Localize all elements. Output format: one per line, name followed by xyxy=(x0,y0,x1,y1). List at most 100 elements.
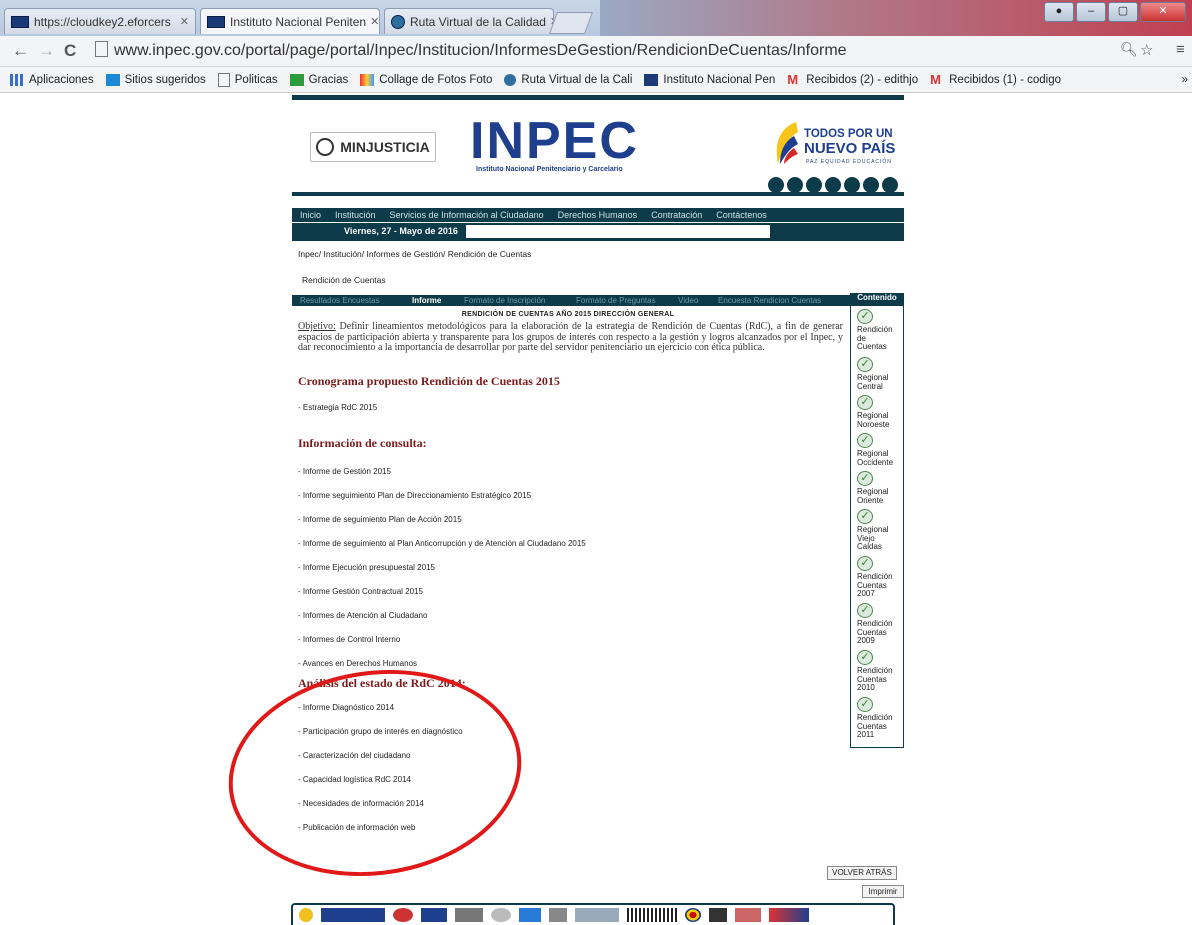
star-icon[interactable]: ☆ xyxy=(1140,41,1153,59)
new-tab-button[interactable] xyxy=(548,12,594,34)
tab-informe[interactable]: Informe xyxy=(412,296,441,305)
sidebar-item-rendicion-2011[interactable]: ✓ Rendición Cuentas 2011 xyxy=(857,697,901,740)
link-derechos-humanos[interactable]: - Avances en Derechos Humanos xyxy=(298,659,844,668)
close-window-button[interactable]: ✕ xyxy=(1140,2,1186,22)
shield-icon[interactable] xyxy=(393,908,413,922)
tab-formato-preguntas[interactable]: Formato de Preguntas xyxy=(576,296,656,305)
user-icon[interactable]: ● xyxy=(1044,2,1074,22)
tab-encuesta[interactable]: Encuesta Rendicion Cuentas xyxy=(718,296,821,305)
cnsc-logo[interactable] xyxy=(455,908,483,922)
seal-icon[interactable] xyxy=(491,908,511,922)
search-input[interactable] xyxy=(466,225,770,238)
zoom-icon[interactable]: 🔍︎ xyxy=(1120,41,1138,58)
nav-servicios[interactable]: Servicios de Información al Ciudadano xyxy=(390,210,544,220)
colombia-seal-icon[interactable] xyxy=(299,908,313,922)
checkmark-icon: ✓ xyxy=(857,650,873,665)
tab-video[interactable]: Video xyxy=(678,296,698,305)
browser-tab-inpec[interactable]: Instituto Nacional Peniten ✕ xyxy=(200,8,380,34)
coat-logo[interactable] xyxy=(735,908,761,922)
sidebar-item-regional-central[interactable]: ✓ Regional Central xyxy=(857,357,901,391)
link-publicacion-web[interactable]: - Publicación de información web xyxy=(298,823,844,832)
barcode-logo[interactable] xyxy=(627,908,677,922)
nav-inicio[interactable]: Inicio xyxy=(300,210,321,220)
inpec-logo[interactable]: INPEC xyxy=(470,115,639,167)
n-logo[interactable] xyxy=(709,908,727,922)
bookmark-inpec[interactable]: Instituto Nacional Pen xyxy=(644,73,775,86)
accessibility-icon[interactable] xyxy=(768,177,784,193)
date-bar: Viernes, 27 - Mayo de 2016 xyxy=(292,222,904,241)
rss-icon[interactable] xyxy=(863,177,879,193)
browser-tab-cloudkey[interactable]: https://cloudkey2.eforcers ✕ xyxy=(4,8,196,34)
email-icon[interactable] xyxy=(787,177,803,193)
bookmark-gmail-1[interactable]: M Recibidos (2) - edithjo xyxy=(787,73,918,86)
flickr-icon[interactable] xyxy=(882,177,898,193)
bookmark-collage[interactable]: Collage de Fotos Foto xyxy=(360,73,492,86)
main-navigation: Inicio Institución Servicios de Informac… xyxy=(292,208,904,222)
sidebar-item-regional-noroeste[interactable]: ✓ Regional Noroeste xyxy=(857,395,901,429)
objective-paragraph: Objetivo: Definir lineamientos metodológ… xyxy=(298,321,843,354)
social-icons xyxy=(768,177,898,193)
minimize-button[interactable]: – xyxy=(1076,2,1106,22)
nav-derechos-humanos[interactable]: Derechos Humanos xyxy=(558,210,638,220)
twitter-icon[interactable] xyxy=(825,177,841,193)
nav-contratacion[interactable]: Contratación xyxy=(651,210,702,220)
partner-logo[interactable] xyxy=(575,908,619,922)
reload-icon[interactable]: C xyxy=(64,41,76,61)
sidebar-item-rendicion-cuentas[interactable]: ✓ Rendición de Cuentas xyxy=(857,309,901,352)
sidebar-item-rendicion-2010[interactable]: ✓ Rendición Cuentas 2010 xyxy=(857,650,901,693)
address-bar[interactable]: www.inpec.gov.co/portal/page/portal/Inpe… xyxy=(95,40,1155,62)
minjusticia-footer-logo[interactable] xyxy=(321,908,385,922)
bookmark-politicas[interactable]: Politicas xyxy=(217,72,278,87)
breadcrumb[interactable]: Inpec/ Institución/ Informes de Gestión/… xyxy=(298,249,904,259)
sidebar-item-rendicion-2009[interactable]: ✓ Rendición Cuentas 2009 xyxy=(857,603,901,646)
more-bookmarks-icon[interactable]: » xyxy=(1182,74,1188,86)
minjusticia-logo[interactable]: MINJUSTICIA xyxy=(310,132,436,162)
menu-icon[interactable]: ≡ xyxy=(1176,41,1185,58)
link-caracterizacion[interactable]: - Caracterización del ciudadano xyxy=(298,751,844,760)
link-plan-direccionamiento[interactable]: - Informe seguimiento Plan de Direcciona… xyxy=(298,491,844,500)
link-diagnostico[interactable]: - Informe Diagnóstico 2014 xyxy=(298,703,844,712)
link-informe-gestion[interactable]: - Informe de Gestión 2015 xyxy=(298,467,844,476)
bookmark-apps[interactable]: Aplicaciones xyxy=(10,73,94,86)
link-necesidades[interactable]: - Necesidades de información 2014 xyxy=(298,799,844,808)
link-plan-accion[interactable]: - Informe de seguimiento Plan de Acción … xyxy=(298,515,844,524)
print-button[interactable]: Imprimir xyxy=(862,885,904,898)
gel-logo[interactable] xyxy=(519,908,541,922)
link-capacidad-logistica[interactable]: - Capacidad logística RdC 2014 xyxy=(298,775,844,784)
sinergia-logo[interactable] xyxy=(769,908,809,922)
close-tab-icon[interactable]: ✕ xyxy=(366,15,379,28)
link-participacion[interactable]: - Participación grupo de interés en diag… xyxy=(298,727,844,736)
link-plan-anticorrupcion[interactable]: - Informe de seguimiento al Plan Anticor… xyxy=(298,539,844,548)
link-atencion-ciudadano[interactable]: - Informes de Atención al Ciudadano xyxy=(298,611,844,620)
window-controls: ● – ▢ ✕ xyxy=(1044,2,1186,22)
youtube-icon[interactable] xyxy=(844,177,860,193)
sidebar-item-regional-occidente[interactable]: ✓ Regional Occidente xyxy=(857,433,901,467)
sidebar-item-regional-viejo-caldas[interactable]: ✓ Regional Viejo Caldas xyxy=(857,509,901,552)
sidebar-item-rendicion-2007[interactable]: ✓ Rendición Cuentas 2007 xyxy=(857,556,901,599)
back-button[interactable]: VOLVER ATRÁS xyxy=(827,866,897,880)
bookmark-gracias[interactable]: Gracias xyxy=(289,73,348,86)
uspec-logo[interactable] xyxy=(421,908,447,922)
link-estrategia[interactable]: - Estrategia RdC 2015 xyxy=(298,403,844,412)
contenido-sidebar: Contenido ✓ Rendición de Cuentas ✓ Regional C… xyxy=(850,293,904,748)
nav-contactenos[interactable]: Contáctenos xyxy=(716,210,767,220)
sidebar-item-regional-oriente[interactable]: ✓ Regional Oriente xyxy=(857,471,901,505)
link-gestion-contractual[interactable]: - Informe Gestión Contractual 2015 xyxy=(298,587,844,596)
link-control-interno[interactable]: - Informes de Control Interno xyxy=(298,635,844,644)
bookmark-gmail-2[interactable]: M Recibidos (1) - codigo xyxy=(930,73,1061,86)
bookmark-suggested[interactable]: Sitios sugeridos xyxy=(105,73,206,86)
forward-arrow-icon[interactable]: → xyxy=(38,41,55,61)
back-arrow-icon[interactable]: ← xyxy=(12,41,29,61)
target-logo[interactable] xyxy=(685,908,701,922)
nav-institucion[interactable]: Institución xyxy=(335,210,376,220)
todos-por-un-nuevo-pais-logo[interactable]: TODOS POR UN NUEVO PAÍS PAZ EQUIDAD EDUC… xyxy=(772,120,902,170)
facebook-icon[interactable] xyxy=(806,177,822,193)
close-tab-icon[interactable]: ✕ xyxy=(176,15,189,28)
emblem-icon[interactable] xyxy=(549,908,567,922)
maximize-button[interactable]: ▢ xyxy=(1108,2,1138,22)
browser-tab-ruta[interactable]: Ruta Virtual de la Calidad ✕ xyxy=(384,8,554,34)
bookmark-ruta[interactable]: Ruta Virtual de la Cali xyxy=(504,73,632,86)
link-ejecucion-presupuestal[interactable]: - Informe Ejecución presupuestal 2015 xyxy=(298,563,844,572)
tab-formato-inscripcion[interactable]: Formato de Inscripción xyxy=(464,296,545,305)
tab-resultados-encuestas[interactable]: Resultados Encuestas xyxy=(300,296,380,305)
